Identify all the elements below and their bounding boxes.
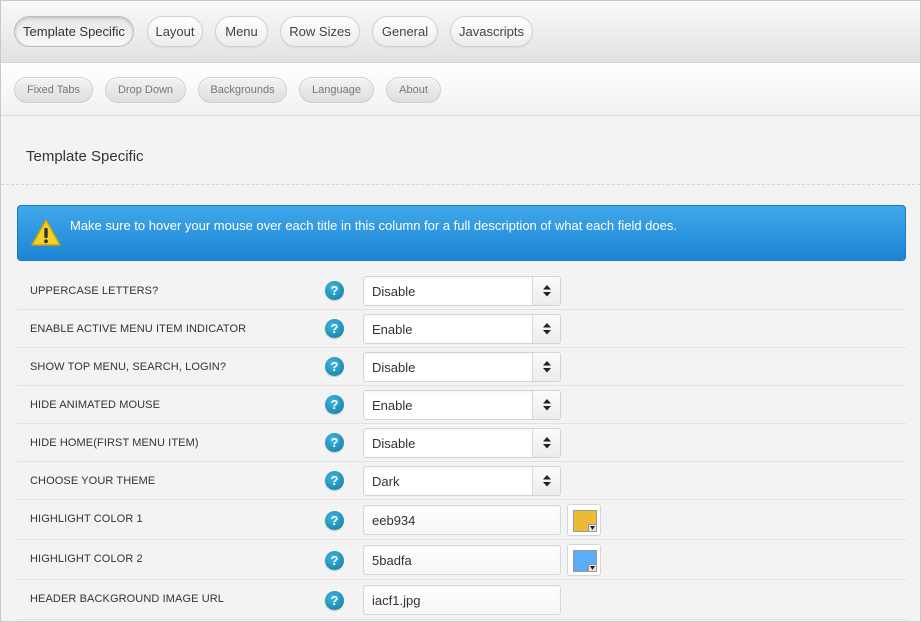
tab-language[interactable]: Language [299,77,374,103]
field-row-show-top-menu-search-login: SHOW TOP MENU, SEARCH, LOGIN?? Disable [17,348,906,386]
settings-form: UPPERCASE LETTERS?? Disable ENABLE ACTIVE … [17,272,906,620]
field-label[interactable]: ENABLE ACTIVE MENU ITEM INDICATOR [30,323,246,335]
select-value: Enable [372,398,413,413]
field-label[interactable]: CHOOSE YOUR THEME [30,475,155,487]
field-label[interactable]: HIDE HOME(FIRST MENU ITEM) [30,437,199,449]
help-icon[interactable]: ? [325,551,344,570]
tab-fixed-tabs[interactable]: Fixed Tabs [14,77,93,103]
field-label[interactable]: UPPERCASE LETTERS? [30,285,158,297]
up-down-arrow-icon[interactable] [532,315,560,343]
field-row-highlight-color-1: HIGHLIGHT COLOR 1? eeb934 [17,500,906,540]
help-icon[interactable]: ? [325,395,344,414]
tab-menu[interactable]: Menu [215,16,268,47]
field-label[interactable]: HIDE ANIMATED MOUSE [30,399,160,411]
tab-row-sizes[interactable]: Row Sizes [280,16,360,47]
field-label[interactable]: HIGHLIGHT COLOR 1 [30,513,143,525]
input-highlight-color-2[interactable]: 5badfa [363,545,561,575]
tab-javascripts[interactable]: Javascripts [450,16,533,47]
help-icon[interactable]: ? [325,471,344,490]
secondary-tab-bar: Fixed Tabs Drop Down Backgrounds Languag… [1,63,920,116]
up-down-arrow-icon[interactable] [532,391,560,419]
input-highlight-color-1[interactable]: eeb934 [363,505,561,535]
warning-icon [31,219,61,246]
input-header-background-image-url[interactable]: iacf1.jpg [363,585,561,615]
select-value: Dark [372,474,400,489]
help-icon[interactable]: ? [325,319,344,338]
color-swatch-button[interactable] [567,544,601,576]
select-value: Disable [372,360,416,375]
help-icon[interactable]: ? [325,357,344,376]
alert-message: Make sure to hover your mouse over each … [70,218,677,233]
tab-template-specific[interactable]: Template Specific [14,16,134,47]
field-label[interactable]: HIGHLIGHT COLOR 2 [30,553,143,565]
help-icon[interactable]: ? [325,591,344,610]
input-value: iacf1.jpg [372,593,421,608]
field-row-hide-animated-mouse: HIDE ANIMATED MOUSE? Enable [17,386,906,424]
tab-backgrounds[interactable]: Backgrounds [198,77,287,103]
tab-drop-down[interactable]: Drop Down [105,77,186,103]
select-hide-home-first-menu-item[interactable]: Disable [363,428,561,458]
up-down-arrow-icon[interactable] [532,467,560,495]
select-value: Disable [372,436,416,451]
field-label[interactable]: SHOW TOP MENU, SEARCH, LOGIN? [30,361,226,373]
field-row-enable-active-menu-item-indicator: ENABLE ACTIVE MENU ITEM INDICATOR? Enable [17,310,906,348]
tab-layout[interactable]: Layout [147,16,203,47]
select-value: Enable [372,322,413,337]
field-row-uppercase-letters: UPPERCASE LETTERS?? Disable [17,272,906,310]
section-divider [1,184,920,185]
select-show-top-menu-search-login[interactable]: Disable [363,352,561,382]
select-hide-animated-mouse[interactable]: Enable [363,390,561,420]
field-row-choose-your-theme: CHOOSE YOUR THEME? Dark [17,462,906,500]
picker-arrow-icon [588,524,597,532]
input-value: eeb934 [372,513,416,528]
help-icon[interactable]: ? [325,433,344,452]
select-value: Disable [372,284,416,299]
field-label[interactable]: HEADER BACKGROUND IMAGE URL [30,593,224,605]
help-icon[interactable]: ? [325,281,344,300]
info-alert: Make sure to hover your mouse over each … [17,205,906,261]
up-down-arrow-icon[interactable] [532,429,560,457]
picker-arrow-icon [588,564,597,572]
primary-tab-bar: Template Specific Layout Menu Row Sizes … [1,1,920,63]
input-value: 5badfa [372,553,412,568]
select-enable-active-menu-item-indicator[interactable]: Enable [363,314,561,344]
field-row-hide-home-first-menu-item: HIDE HOME(FIRST MENU ITEM)? Disable [17,424,906,462]
tab-general[interactable]: General [372,16,438,47]
help-icon[interactable]: ? [325,511,344,530]
up-down-arrow-icon[interactable] [532,277,560,305]
field-row-header-background-image-url: HEADER BACKGROUND IMAGE URL? iacf1.jpg [17,580,906,620]
select-choose-your-theme[interactable]: Dark [363,466,561,496]
section-title: Template Specific [26,148,144,165]
tab-about[interactable]: About [386,77,441,103]
options-panel: Template Specific Layout Menu Row Sizes … [0,0,921,622]
select-uppercase-letters[interactable]: Disable [363,276,561,306]
color-swatch-button[interactable] [567,504,601,536]
up-down-arrow-icon[interactable] [532,353,560,381]
field-row-highlight-color-2: HIGHLIGHT COLOR 2? 5badfa [17,540,906,580]
